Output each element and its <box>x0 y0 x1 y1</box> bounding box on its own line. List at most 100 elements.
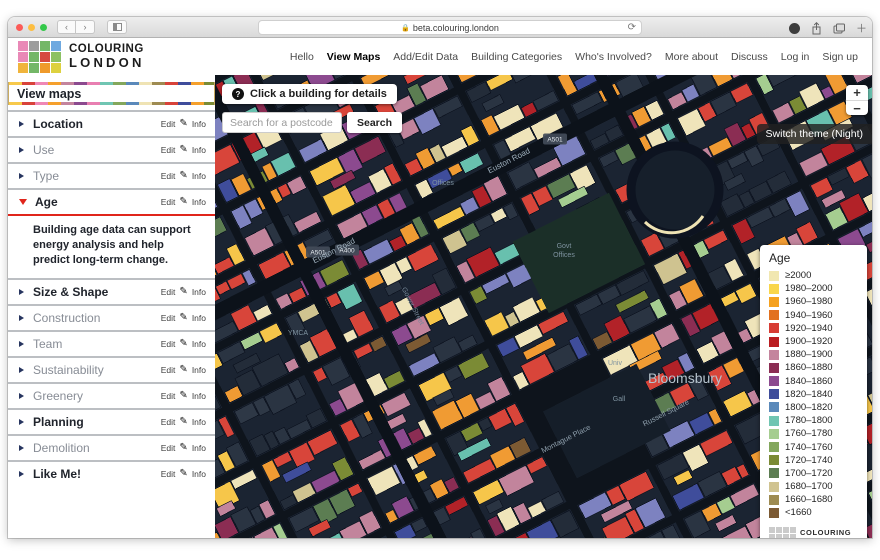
legend-row: 1800–1820 <box>769 401 858 414</box>
extension-icon[interactable] <box>789 22 800 34</box>
nav-building-categories[interactable]: Building Categories <box>471 51 562 63</box>
nav-more-about[interactable]: More about <box>665 51 718 63</box>
info-link[interactable]: Info <box>192 469 206 479</box>
logo-square <box>769 526 775 533</box>
postcode-search-input[interactable] <box>222 112 342 133</box>
info-link[interactable]: Info <box>192 145 206 155</box>
edit-link[interactable]: Edit <box>161 171 176 181</box>
colouring-london-logo[interactable] <box>18 40 61 73</box>
zoom-out-button[interactable]: − <box>846 100 868 115</box>
logo-square <box>783 526 789 533</box>
close-window-icon[interactable] <box>16 23 23 31</box>
legend-swatch <box>769 481 779 492</box>
category-actions: Edit ✎ Info <box>161 119 206 130</box>
category-label: Sustainability <box>33 362 104 377</box>
category-actions: Edit ✎ Info <box>161 364 206 375</box>
map-label-bloomsbury: Bloomsbury <box>648 370 722 386</box>
browser-back-button[interactable]: ‹ <box>57 20 76 34</box>
browser-window: ‹ › 🔒 beta.colouring.london ⟳ ＋ COLOURIN… <box>8 17 872 538</box>
address-bar[interactable]: 🔒 beta.colouring.london ⟳ <box>258 20 642 35</box>
share-icon[interactable] <box>811 21 822 35</box>
sidebar-item-size-shape[interactable]: Size & Shape Edit ✎ Info <box>8 277 215 304</box>
info-link[interactable]: Info <box>192 287 206 297</box>
info-link[interactable]: Info <box>192 197 206 207</box>
edit-link[interactable]: Edit <box>161 197 176 207</box>
edit-link[interactable]: Edit <box>161 145 176 155</box>
legend-label: ≥2000 <box>785 270 812 282</box>
edit-link[interactable]: Edit <box>161 339 176 349</box>
legend-label: 1680–1700 <box>785 481 833 493</box>
info-link[interactable]: Info <box>192 365 206 375</box>
info-link[interactable]: Info <box>192 313 206 323</box>
logo-square <box>783 533 789 538</box>
view-maps-header[interactable]: View maps <box>8 82 215 105</box>
info-link[interactable]: Info <box>192 417 206 427</box>
traffic-lights <box>16 23 47 31</box>
maximize-window-icon[interactable] <box>40 23 47 31</box>
sidebar-item-planning[interactable]: Planning Edit ✎ Info <box>8 407 215 434</box>
info-link[interactable]: Info <box>192 171 206 181</box>
nav-log-in[interactable]: Log in <box>781 51 810 63</box>
sidebar-toggle-button[interactable] <box>107 20 127 34</box>
category-label: Age <box>35 195 58 209</box>
legend-row: 1960–1980 <box>769 295 858 308</box>
pencil-icon: ✎ <box>179 144 188 155</box>
legend-swatch <box>769 376 779 387</box>
sidebar-item-location[interactable]: Location Edit ✎ Info <box>8 110 215 136</box>
edit-link[interactable]: Edit <box>161 287 176 297</box>
legend-label: <1660 <box>785 507 812 519</box>
building-details-button[interactable]: ? Click a building for details <box>222 84 397 104</box>
switch-theme-button[interactable]: Switch theme (Night) <box>756 124 872 144</box>
info-link[interactable]: Info <box>192 339 206 349</box>
sidebar-item-greenery[interactable]: Greenery Edit ✎ Info <box>8 381 215 408</box>
age-legend: Age ≥2000 1980–2000 1960–1980 1940–1960 1920… <box>760 245 867 538</box>
sidebar-item-construction[interactable]: Construction Edit ✎ Info <box>8 303 215 330</box>
info-link[interactable]: Info <box>192 443 206 453</box>
edit-link[interactable]: Edit <box>161 469 176 479</box>
edit-link[interactable]: Edit <box>161 443 176 453</box>
nav-add-edit-data[interactable]: Add/Edit Data <box>393 51 458 63</box>
category-actions: Edit ✎ Info <box>161 468 206 479</box>
nav-sign-up[interactable]: Sign up <box>822 51 858 63</box>
legend-label: 1780–1800 <box>785 415 833 427</box>
nav-hello[interactable]: Hello <box>290 51 314 63</box>
pencil-icon: ✎ <box>179 389 188 401</box>
edit-link[interactable]: Edit <box>161 313 176 323</box>
nav-discuss[interactable]: Discuss <box>731 51 768 63</box>
edit-link[interactable]: Edit <box>161 119 176 129</box>
tabs-icon[interactable] <box>833 23 845 34</box>
legend-swatch <box>769 296 779 307</box>
zoom-in-button[interactable]: + <box>846 85 868 100</box>
browser-forward-button[interactable]: › <box>76 20 95 34</box>
sidebar-item-use[interactable]: Use Edit ✎ Info <box>8 136 215 162</box>
minimize-window-icon[interactable] <box>28 23 35 31</box>
edit-link[interactable]: Edit <box>161 417 176 427</box>
info-link[interactable]: Info <box>192 119 206 129</box>
reload-icon[interactable]: ⟳ <box>628 22 636 33</box>
nav-view-maps[interactable]: View Maps <box>327 51 381 63</box>
legend-row: 1780–1800 <box>769 414 858 427</box>
sidebar-item-team[interactable]: Team Edit ✎ Info <box>8 329 215 356</box>
sidebar-item-sustainability[interactable]: Sustainability Edit ✎ Info <box>8 355 215 382</box>
sidebar-item-like-me[interactable]: Like Me! Edit ✎ Info <box>8 459 215 486</box>
new-tab-icon[interactable]: ＋ <box>856 20 867 36</box>
nav-who-s-involved[interactable]: Who's Involved? <box>575 51 652 63</box>
legend-row: 1980–2000 <box>769 282 858 295</box>
logo-line1: COLOURING <box>69 43 144 55</box>
legend-row: 1740–1760 <box>769 440 858 453</box>
category-label: Greenery <box>33 388 84 403</box>
sidebar-item-demolition[interactable]: Demolition Edit ✎ Info <box>8 433 215 460</box>
chevron-right-icon <box>19 366 24 373</box>
search-button[interactable]: Search <box>347 112 403 133</box>
edit-link[interactable]: Edit <box>161 365 176 375</box>
sidebar-item-type[interactable]: Type Edit ✎ Info <box>8 162 215 188</box>
logo-text[interactable]: COLOURING LONDON <box>69 43 145 70</box>
edit-link[interactable]: Edit <box>161 391 176 401</box>
info-link[interactable]: Info <box>192 391 206 401</box>
sidebar-item-age[interactable]: Age Edit ✎ Info <box>8 188 215 214</box>
map-canvas[interactable]: A501 A501 A400 Euston Road Euston Road Office… <box>215 75 872 538</box>
logo-square <box>790 526 796 533</box>
pencil-icon: ✎ <box>179 170 188 181</box>
map-label-gall: Gall <box>613 396 626 403</box>
map-label-govt: Govt <box>557 243 572 250</box>
